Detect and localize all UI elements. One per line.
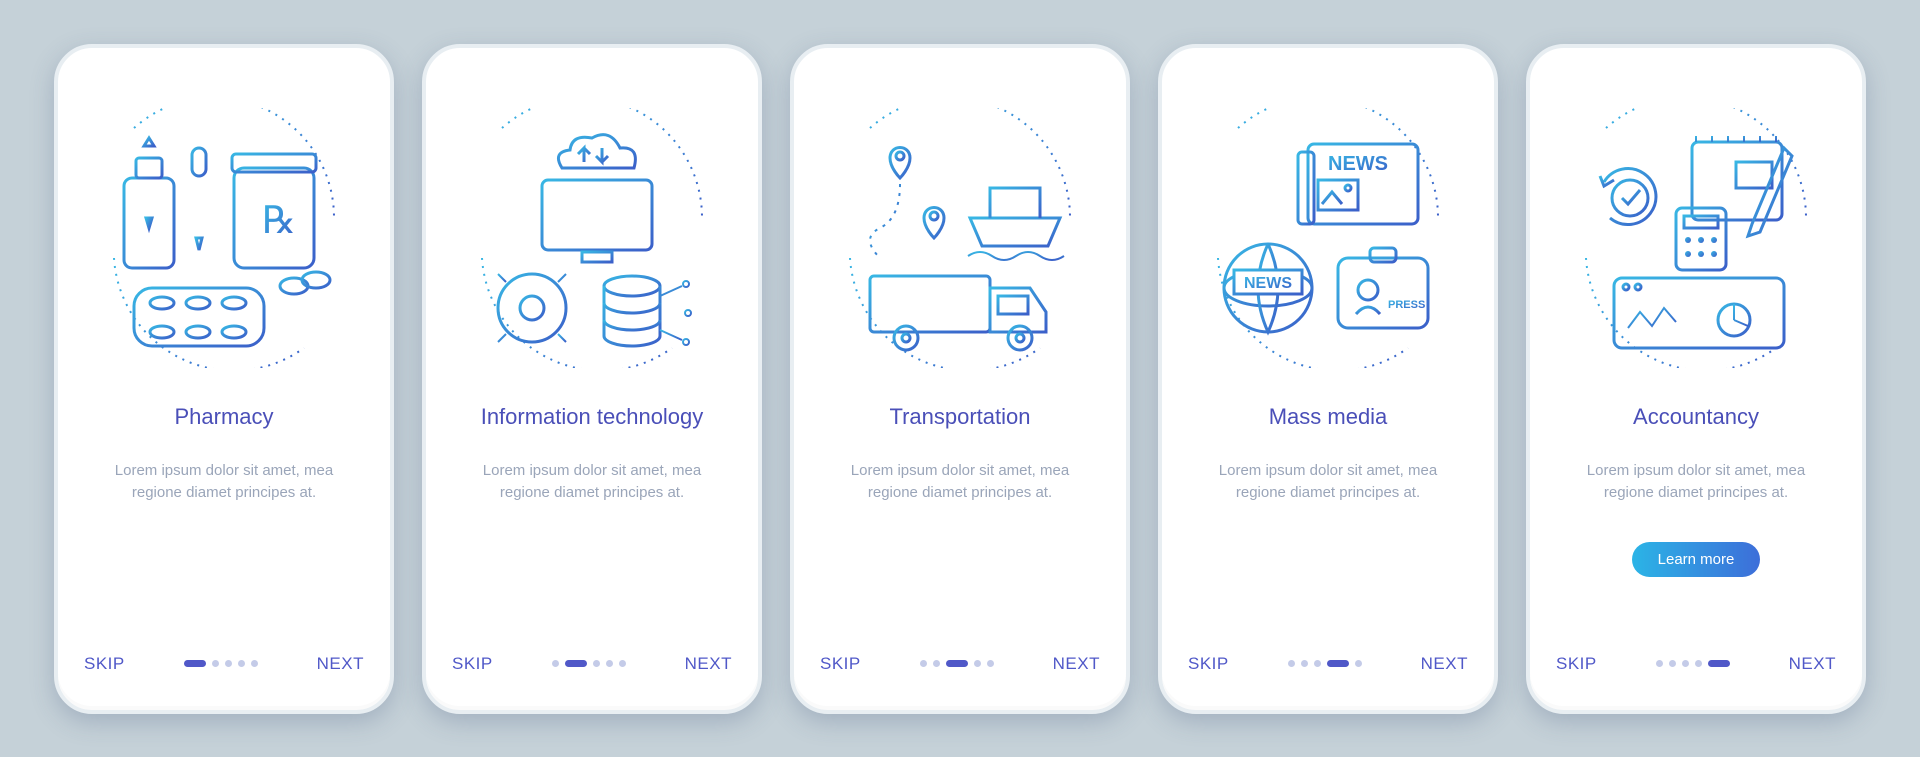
onboarding-screen-transportation: Transportation Lorem ipsum dolor sit ame…: [790, 44, 1130, 714]
learn-more-button[interactable]: Learn more: [1632, 542, 1761, 577]
page-indicator: [1656, 660, 1730, 667]
onboarding-nav: SKIP NEXT: [820, 654, 1100, 674]
svg-text:NEWS: NEWS: [1244, 275, 1292, 292]
it-icon: [462, 108, 722, 368]
next-button[interactable]: NEXT: [685, 654, 732, 674]
screen-description: Lorem ipsum dolor sit amet, mea regione …: [472, 460, 712, 532]
massmedia-icon: NEWS NEWS PRESS: [1198, 108, 1458, 368]
screen-title: Pharmacy: [174, 390, 273, 444]
page-indicator: [184, 660, 258, 667]
onboarding-nav: SKIP NEXT: [84, 654, 364, 674]
pharmacy-icon: ℞: [94, 108, 354, 368]
page-indicator: [920, 660, 994, 667]
transportation-icon: [830, 108, 1090, 368]
onboarding-screen-it: Information technology Lorem ipsum dolor…: [422, 44, 762, 714]
screen-title: Mass media: [1269, 390, 1388, 444]
screen-description: Lorem ipsum dolor sit amet, mea regione …: [104, 460, 344, 532]
screen-title: Transportation: [889, 390, 1030, 444]
screen-description: Lorem ipsum dolor sit amet, mea regione …: [1208, 460, 1448, 532]
onboarding-screen-massmedia: NEWS NEWS PRESS Mass media Lorem ipsum d…: [1158, 44, 1498, 714]
skip-button[interactable]: SKIP: [84, 654, 125, 674]
onboarding-screen-pharmacy: ℞ Pharmacy Lorem ipsum dolor sit amet, m…: [54, 44, 394, 714]
svg-text:PRESS: PRESS: [1388, 299, 1425, 311]
screen-title: Information technology: [481, 390, 704, 444]
next-button[interactable]: NEXT: [1053, 654, 1100, 674]
skip-button[interactable]: SKIP: [1556, 654, 1597, 674]
next-button[interactable]: NEXT: [1421, 654, 1468, 674]
onboarding-nav: SKIP NEXT: [452, 654, 732, 674]
onboarding-nav: SKIP NEXT: [1556, 654, 1836, 674]
skip-button[interactable]: SKIP: [452, 654, 493, 674]
screen-description: Lorem ipsum dolor sit amet, mea regione …: [840, 460, 1080, 532]
svg-text:℞: ℞: [262, 200, 296, 242]
next-button[interactable]: NEXT: [317, 654, 364, 674]
next-button[interactable]: NEXT: [1789, 654, 1836, 674]
screen-title: Accountancy: [1633, 390, 1759, 444]
onboarding-nav: SKIP NEXT: [1188, 654, 1468, 674]
screen-description: Lorem ipsum dolor sit amet, mea regione …: [1576, 460, 1816, 532]
onboarding-screen-accountancy: Accountancy Lorem ipsum dolor sit amet, …: [1526, 44, 1866, 714]
svg-text:NEWS: NEWS: [1328, 153, 1388, 175]
skip-button[interactable]: SKIP: [820, 654, 861, 674]
page-indicator: [552, 660, 626, 667]
page-indicator: [1288, 660, 1362, 667]
skip-button[interactable]: SKIP: [1188, 654, 1229, 674]
accountancy-icon: [1566, 108, 1826, 368]
